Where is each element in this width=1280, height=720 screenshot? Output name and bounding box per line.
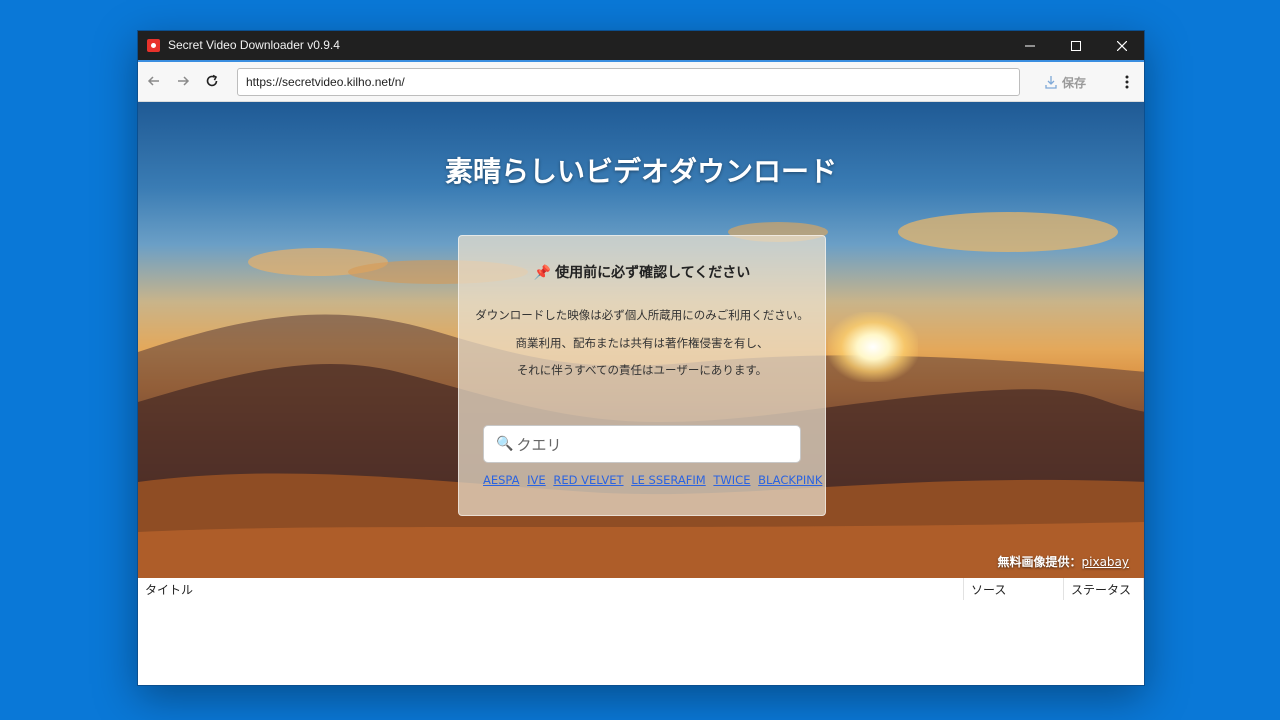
save-button[interactable]: 保存 [1044,71,1086,93]
tag-link[interactable]: RED VELVET [553,473,623,487]
column-header-source[interactable]: ソース [963,578,1063,600]
notice-line: それに伴うすべての責任はユーザーにあります。 [516,363,768,377]
reload-button[interactable] [201,70,223,92]
page-title: 素晴らしいビデオダウンロード [444,155,837,188]
address-bar[interactable]: https://secretvideo.kilho.net/n/ [237,68,1020,96]
tag-link[interactable]: TWICE [713,473,750,487]
close-icon [1117,40,1127,51]
search-icon: 🔍 [496,436,514,452]
arrow-right-icon [178,76,190,86]
tag-link[interactable]: BLACKPINK [758,473,822,487]
app-window: Secret Video Downloader v0.9.4 https://s… [137,30,1145,686]
tag-link[interactable]: IVE [527,473,546,487]
notice-heading: 📌 使用前に必ず確認してください [459,262,825,282]
window-title: Secret Video Downloader v0.9.4 [168,38,340,52]
search-input[interactable]: 🔍 クエリ [483,425,801,463]
hero-section: 素晴らしいビデオダウンロード 📌 使用前に必ず確認してください ダウンロードした映… [138,102,1144,578]
download-table-header: タイトル ソース ステータス [138,578,1144,602]
close-button[interactable] [1099,31,1144,60]
more-vert-icon [1125,75,1129,89]
minimize-icon [1025,45,1035,46]
pixabay-link[interactable]: pixabay [1082,555,1129,569]
maximize-icon [1071,40,1081,51]
minimize-button[interactable] [1007,31,1053,60]
maximize-button[interactable] [1053,31,1099,60]
notice-heading-text: 使用前に必ず確認してください [555,265,751,281]
tag-link[interactable]: AESPA [483,473,520,487]
more-menu-button[interactable] [1118,71,1136,93]
reload-icon [206,74,218,87]
column-header-title[interactable]: タイトル [138,578,963,600]
image-credit: 無料画像提供：pixabay [998,553,1130,570]
notice-line: 商業利用、配布または共有は著作権侵害を有し、 [515,335,769,350]
save-label: 保存 [1062,75,1087,90]
notice-line: ダウンロードした映像は必ず個人所蔵用にのみご利用ください。 [475,308,809,322]
browser-toolbar: https://secretvideo.kilho.net/n/ 保存 [138,62,1144,102]
arrow-left-icon [147,76,159,86]
forward-button[interactable] [172,70,194,92]
download-icon [1045,76,1057,89]
tag-link[interactable]: LE SSERAFIM [631,473,706,487]
pushpin-icon: 📌 [533,265,552,281]
suggested-tags: AESPA IVE RED VELVET LE SSERAFIM TWICE B… [483,473,822,487]
notice-text: ダウンロードした映像は必ず個人所蔵用にのみご利用ください。 商業利用、配布または… [459,302,825,385]
credit-label: 無料画像提供： [997,555,1082,569]
back-button[interactable] [143,70,165,92]
notice-panel: 📌 使用前に必ず確認してください ダウンロードした映像は必ず個人所蔵用にのみご利用… [458,235,826,516]
search-placeholder: クエリ [516,435,562,454]
title-bar[interactable]: Secret Video Downloader v0.9.4 [138,31,1144,62]
sun-glow [828,312,918,382]
column-header-status[interactable]: ステータス [1063,578,1144,600]
app-record-icon [147,39,160,52]
